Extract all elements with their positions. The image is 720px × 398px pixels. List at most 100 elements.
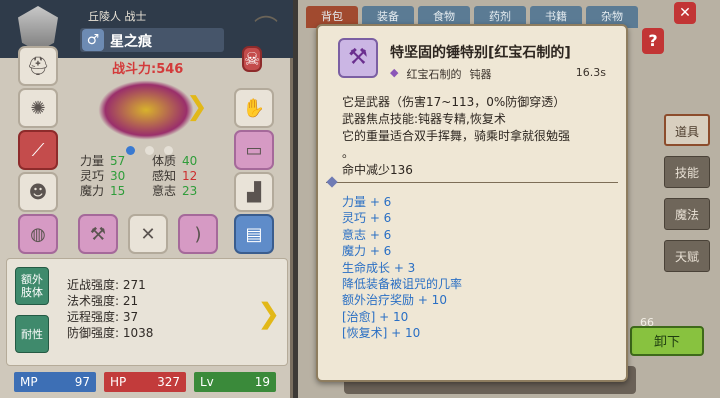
item-tooltip: ⚒ 特坚固的锤特别[红宝石制的] ◆ 红宝石制的 钝器 16.3s 它是武器（伤…: [316, 24, 628, 382]
bonus-line: 降低装备被诅咒的几率: [342, 277, 463, 292]
hammer-icon: ⚒: [89, 223, 107, 245]
bow-icon: ): [194, 223, 202, 245]
stat-label: 意志: [152, 184, 177, 198]
shell-icon: ✺: [30, 97, 46, 119]
close-icon: ✕: [679, 5, 691, 21]
bonus-list: 近战强度: 271 法术强度: 21 远程强度: 37 防御强度: 1038: [67, 277, 153, 341]
stat-value: 57: [110, 154, 126, 168]
character-origin: 丘陵人 战士: [88, 10, 147, 23]
attribute-stats: 力量 57 体质 40 灵巧 30 感知 12 魔力 15 意志 23: [80, 154, 240, 199]
equip-slot-face[interactable]: ☻: [18, 172, 58, 212]
bonus-spell: 法术强度: 21: [67, 294, 139, 308]
divider: [326, 182, 618, 183]
bonus-line: 魔力 + 6: [342, 244, 392, 259]
desc-line: 命中减少136: [342, 163, 413, 177]
item-meta: ◆ 红宝石制的 钝器: [390, 66, 491, 82]
rarity-diamond-icon: ◆: [390, 66, 399, 79]
item-description: 它是武器（伤害17~113，0%防御穿透） 武器焦点技能:钝器专精,恢复术 它的…: [342, 94, 614, 179]
stat-label: 灵巧: [80, 169, 105, 183]
equip-slot-hands[interactable]: ✋: [234, 88, 274, 128]
close-button[interactable]: ✕: [674, 2, 696, 24]
question-icon: ?: [648, 31, 658, 50]
mp-bar: MP 97: [14, 372, 96, 392]
gauntlet-icon: ✋: [242, 97, 266, 119]
bonus-melee: 近战强度: 271: [67, 278, 146, 292]
stat-value: 40: [182, 154, 198, 168]
combat-power: 战斗力:546: [112, 62, 184, 77]
stat-label: 感知: [152, 169, 177, 183]
claw-icon: ⟋: [31, 139, 45, 161]
chevron-right-icon[interactable]: ❯: [186, 94, 212, 120]
side-tab-talent[interactable]: 天赋: [664, 240, 710, 272]
stat-label: 力量: [80, 154, 105, 168]
chevron-right-icon[interactable]: ❯: [257, 297, 280, 330]
stat-row: 魔力 15 意志 23: [80, 184, 240, 199]
unequip-button[interactable]: 卸下: [630, 326, 704, 356]
equip-slot-weapon-left[interactable]: ⟋: [18, 130, 58, 170]
character-portrait: [98, 80, 194, 140]
desc-line: 它的重量适合双手挥舞，骑乘时拿就很勉强: [342, 129, 571, 143]
item-weight: 16.3s: [575, 66, 606, 79]
help-button[interactable]: ?: [642, 28, 664, 54]
equip-slot-extra[interactable]: ☠: [242, 46, 262, 72]
equip-slot-main-hand[interactable]: ⚒: [78, 214, 118, 254]
stat-label: 魔力: [80, 184, 105, 198]
bonus-line: 力量 + 6: [342, 195, 392, 209]
side-tab-skills[interactable]: 技能: [664, 156, 710, 188]
boots-icon: ▟: [247, 181, 261, 203]
skull-icon: ☠: [243, 48, 261, 70]
item-type: 钝器: [469, 68, 492, 81]
item-bonus-stats: 力量 + 6 灵巧 + 6 意志 + 6 魔力 + 6 生命成长 + 3 降低装…: [342, 194, 462, 342]
stat-label: 体质: [152, 154, 177, 168]
equip-slot-ring[interactable]: ◍: [18, 214, 58, 254]
equip-slot-ranged[interactable]: ): [178, 214, 218, 254]
item-rarity: 红宝石制的: [406, 68, 462, 81]
bonus-line: [恢复术] + 10: [342, 326, 421, 341]
equip-slot-head[interactable]: ⛑: [18, 46, 58, 86]
stat-row: 力量 57 体质 40: [80, 154, 240, 169]
bonus-panel: 额外 肢体 耐性 近战强度: 271 法术强度: 21 远程强度: 37 防御强…: [6, 258, 288, 366]
ammo-icon: ▤: [245, 223, 263, 245]
equip-slot-ammo[interactable]: ▤: [234, 214, 274, 254]
equip-slot-off-hand[interactable]: ✕: [128, 214, 168, 254]
helmet-icon: ⛑: [26, 55, 50, 77]
bonus-defense: 防御强度: 1038: [67, 326, 154, 340]
character-panel: 丘陵人 战士 ♂ 星之痕 ⌒ 战斗力:546 ❯ ⛑ ✺ ⟋ ☻ ◍ ⚒ ✕ )…: [0, 0, 293, 398]
hammer-icon: ⚒: [338, 38, 378, 78]
desc-line: 它是武器（伤害17~113，0%防御穿透）: [342, 95, 566, 109]
level-value: 19: [254, 375, 270, 389]
equip-slot-neck[interactable]: ✺: [18, 88, 58, 128]
belt-icon: ▭: [245, 139, 263, 161]
diamond-icon: [326, 176, 338, 188]
mp-value: 97: [74, 375, 90, 389]
side-tab-magic[interactable]: 魔法: [664, 198, 710, 230]
equip-slot-feet[interactable]: ▟: [234, 172, 274, 212]
hp-label: HP: [110, 375, 127, 389]
level-label: Lv: [200, 375, 214, 389]
stat-value: 15: [110, 184, 126, 198]
item-name: 特坚固的锤特别[红宝石制的]: [390, 45, 571, 61]
level-bar: Lv 19: [194, 372, 276, 392]
mp-label: MP: [20, 375, 38, 389]
stat-value: 30: [110, 169, 126, 183]
stat-row: 灵巧 30 感知 12: [80, 169, 240, 184]
bonus-line: [治愈] + 10: [342, 309, 409, 324]
bonus-line: 意志 + 6: [342, 227, 392, 242]
desc-line: 。: [342, 146, 355, 160]
crossbow-icon: ✕: [140, 223, 156, 245]
stat-value: 23: [182, 184, 198, 198]
bonus-line: 灵巧 + 6: [342, 211, 392, 226]
ring-icon: ◍: [30, 223, 46, 245]
side-tab-items[interactable]: 道具: [664, 114, 710, 146]
extra-limbs-button[interactable]: 额外 肢体: [15, 267, 49, 305]
hanger-icon[interactable]: ⌒: [248, 8, 284, 42]
equip-slot-waist[interactable]: ▭: [234, 130, 274, 170]
stat-value: 12: [182, 169, 198, 183]
resistance-button[interactable]: 耐性: [15, 315, 49, 353]
bonus-line: 生命成长 + 3: [342, 260, 416, 275]
hp-value: 327: [157, 375, 180, 389]
bonus-line: 额外治疗奖励 + 10: [342, 293, 447, 308]
desc-line: 武器焦点技能:钝器专精,恢复术: [342, 112, 506, 126]
hp-bar: HP 327: [104, 372, 186, 392]
character-name[interactable]: 星之痕: [110, 31, 152, 51]
